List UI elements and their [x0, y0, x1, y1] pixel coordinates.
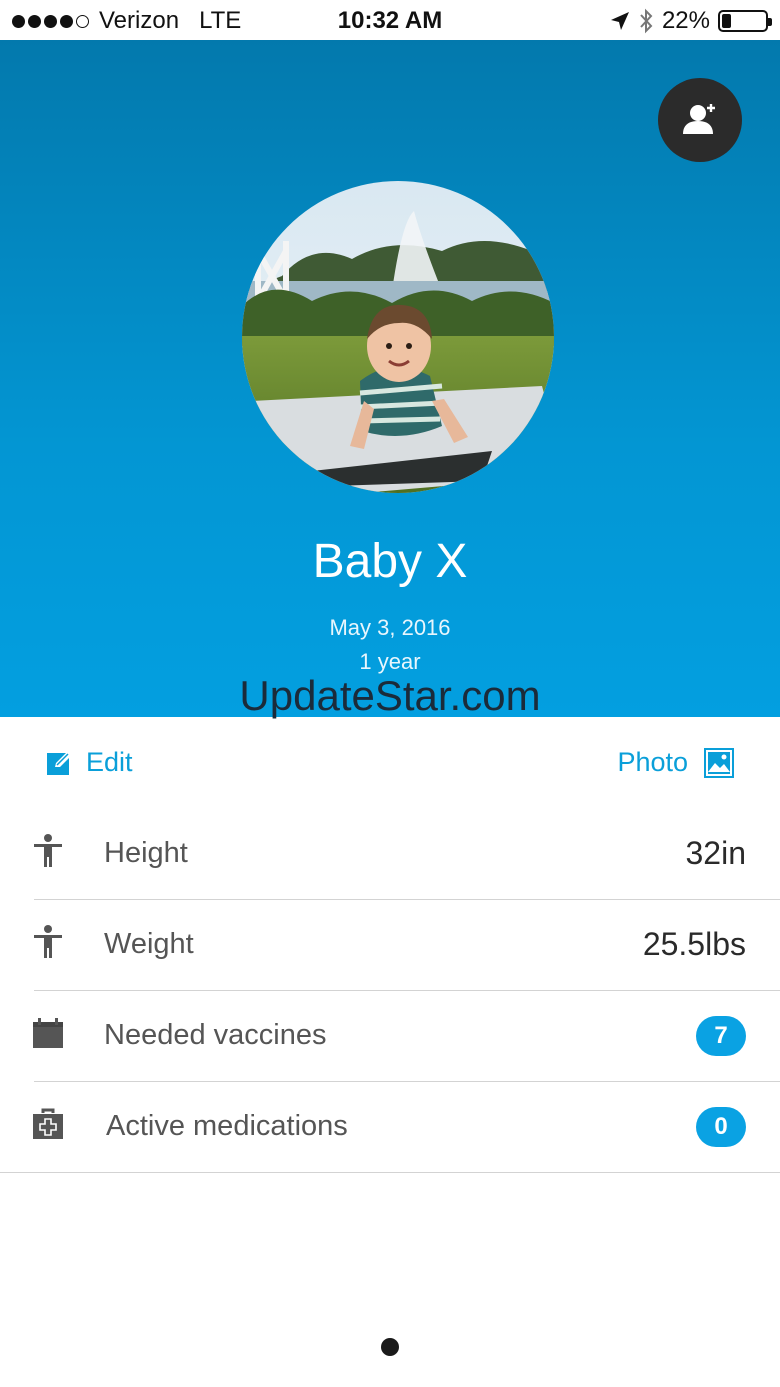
image-icon — [704, 747, 734, 778]
edit-icon — [47, 750, 72, 775]
height-row[interactable]: Height 32in — [0, 809, 780, 900]
profile-actions: Edit Photo — [0, 717, 780, 810]
photo-label: Photo — [617, 747, 688, 777]
calendar-icon — [33, 1018, 63, 1048]
profile-name: Baby X — [312, 535, 468, 588]
row-label: Weight — [104, 928, 194, 960]
divider — [0, 1172, 780, 1173]
person-icon — [34, 834, 62, 867]
row-label: Height — [104, 837, 188, 869]
battery-icon — [718, 10, 772, 32]
weight-value: 25.5lbs — [642, 926, 746, 962]
row-label: Active medications — [106, 1110, 348, 1142]
vaccines-count-badge: 7 — [696, 1016, 746, 1056]
profile-photo-image — [242, 181, 554, 493]
bluetooth-icon — [640, 8, 653, 34]
height-value: 32in — [685, 835, 747, 871]
row-label: Needed vaccines — [104, 1019, 327, 1051]
status-bar: Verizon LTE 10:32 AM 22% — [0, 0, 780, 40]
profile-header: Baby X May 3, 2016 1 year UpdateStar.com — [0, 40, 780, 719]
status-right: 22% — [610, 7, 772, 35]
watermark: UpdateStar.com — [239, 672, 541, 719]
medications-row[interactable]: Active medications 0 — [0, 1082, 780, 1173]
birth-date: May 3, 2016 — [329, 615, 451, 640]
vaccines-row[interactable]: Needed vaccines 7 — [0, 991, 780, 1082]
medical-kit-icon — [33, 1108, 63, 1139]
battery-percent: 22% — [661, 7, 710, 34]
person-icon — [34, 925, 62, 958]
edit-button[interactable]: Edit — [46, 747, 133, 778]
photo-button[interactable]: Photo — [617, 747, 734, 778]
edit-label: Edit — [86, 747, 133, 777]
profile-photo[interactable] — [242, 181, 554, 493]
location-arrow-icon — [610, 12, 629, 30]
add-profile-button[interactable] — [658, 78, 742, 162]
page-indicator-dot[interactable] — [381, 1338, 399, 1356]
weight-row[interactable]: Weight 25.5lbs — [0, 900, 780, 991]
medications-count-badge: 0 — [696, 1107, 746, 1147]
add-person-icon — [683, 104, 715, 134]
